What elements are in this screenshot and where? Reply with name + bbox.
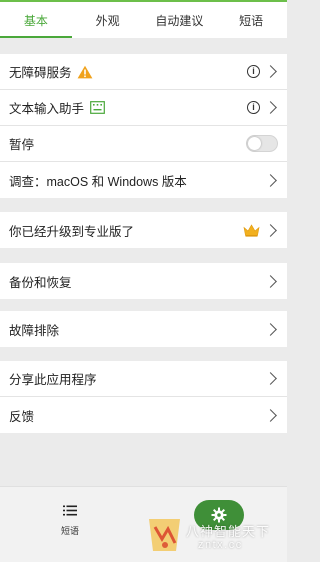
settings-group-main: 无障碍服务 i 文本输入助手 i 暂停 调查：macOS 和 Windows 版…: [0, 54, 287, 198]
pause-label: 暂停: [9, 138, 35, 152]
chevron-right-icon: [264, 322, 277, 336]
survey-row[interactable]: 调查：macOS 和 Windows 版本: [0, 162, 287, 198]
chevron-right-icon: [264, 274, 277, 288]
tab-auto-suggest[interactable]: 自动建议: [144, 2, 216, 38]
tab-appearance[interactable]: 外观: [72, 2, 144, 38]
upgraded-pro-label: 你已经升级到专业版了: [9, 224, 135, 239]
chevron-right-icon: [264, 173, 277, 187]
toggle-knob: [248, 137, 261, 150]
text-input-assistant-label: 文本输入助手: [9, 102, 85, 116]
chevron-right-icon: [264, 223, 277, 237]
chevron-right-icon: [264, 408, 277, 422]
settings-group-share: 分享此应用程序 反馈: [0, 361, 287, 433]
tab-basic[interactable]: 基本: [0, 2, 72, 38]
feedback-label: 反馈: [9, 409, 35, 424]
accessibility-service-row[interactable]: 无障碍服务 i: [0, 54, 287, 90]
survey-label: 调查：macOS 和 Windows 版本: [9, 174, 187, 189]
feedback-row[interactable]: 反馈: [0, 397, 287, 433]
backup-restore-row[interactable]: 备份和恢复: [0, 263, 287, 299]
pause-toggle[interactable]: [246, 135, 278, 152]
bottom-nav-phrases[interactable]: 短语: [40, 505, 100, 537]
crown-icon: [243, 223, 260, 237]
bottom-nav-phrases-label: 短语: [60, 526, 79, 536]
upgraded-pro-row[interactable]: 你已经升级到专业版了: [0, 212, 287, 248]
app-screen: 基本 外观 自动建议 短语 无障碍服务 i 文本输入助手 i 暂停 调查：mac…: [0, 0, 287, 562]
share-app-label: 分享此应用程序: [9, 373, 97, 387]
bottom-nav-bar: 短语: [0, 486, 287, 562]
pause-row: 暂停: [0, 126, 287, 162]
troubleshoot-row[interactable]: 故障排除: [0, 311, 287, 347]
settings-group-pro: 你已经升级到专业版了: [0, 212, 287, 248]
settings-gear-button[interactable]: [194, 500, 244, 530]
backup-restore-label: 备份和恢复: [9, 275, 72, 290]
settings-group-backup: 备份和恢复: [0, 263, 287, 299]
tab-bar: 基本 外观 自动建议 短语: [0, 0, 287, 38]
share-app-row[interactable]: 分享此应用程序: [0, 361, 287, 397]
list-icon: [40, 505, 100, 518]
chevron-right-icon: [264, 101, 277, 114]
chevron-right-icon: [264, 372, 277, 385]
keyboard-icon: [90, 101, 105, 114]
gear-icon: [211, 507, 227, 523]
settings-group-troubleshoot: 故障排除: [0, 311, 287, 347]
accessibility-service-label: 无障碍服务: [9, 66, 72, 80]
text-input-assistant-row[interactable]: 文本输入助手 i: [0, 90, 287, 126]
tab-phrases[interactable]: 短语: [215, 2, 287, 38]
info-icon[interactable]: i: [247, 101, 260, 114]
info-icon[interactable]: i: [247, 65, 260, 78]
warning-icon: [77, 65, 93, 79]
chevron-right-icon: [264, 65, 277, 78]
troubleshoot-label: 故障排除: [9, 323, 60, 338]
